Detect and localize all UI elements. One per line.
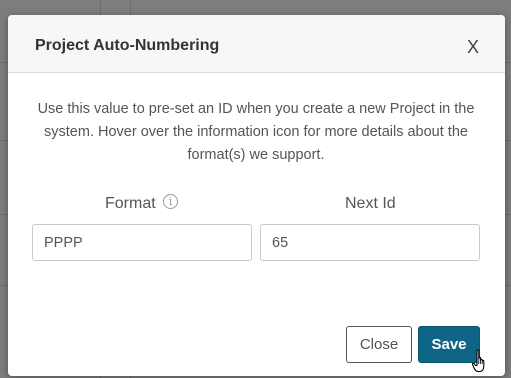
dialog-description: Use this value to pre-set an ID when you… <box>37 101 475 163</box>
auto-numbering-dialog: Project Auto-Numbering X Use this value … <box>8 15 505 376</box>
save-button[interactable]: Save <box>418 326 480 363</box>
dialog-header: Project Auto-Numbering X <box>8 15 505 73</box>
next-id-label: Next Id <box>345 195 396 212</box>
dialog-title: Project Auto-Numbering <box>35 37 220 54</box>
format-label: Format <box>105 195 156 212</box>
next-id-input[interactable] <box>260 224 480 261</box>
info-circle-icon[interactable]: i <box>163 194 178 209</box>
hand-pointer-icon <box>472 349 485 373</box>
close-icon[interactable]: X <box>467 38 479 56</box>
close-button[interactable]: Close <box>346 326 412 363</box>
format-input[interactable] <box>32 224 252 261</box>
